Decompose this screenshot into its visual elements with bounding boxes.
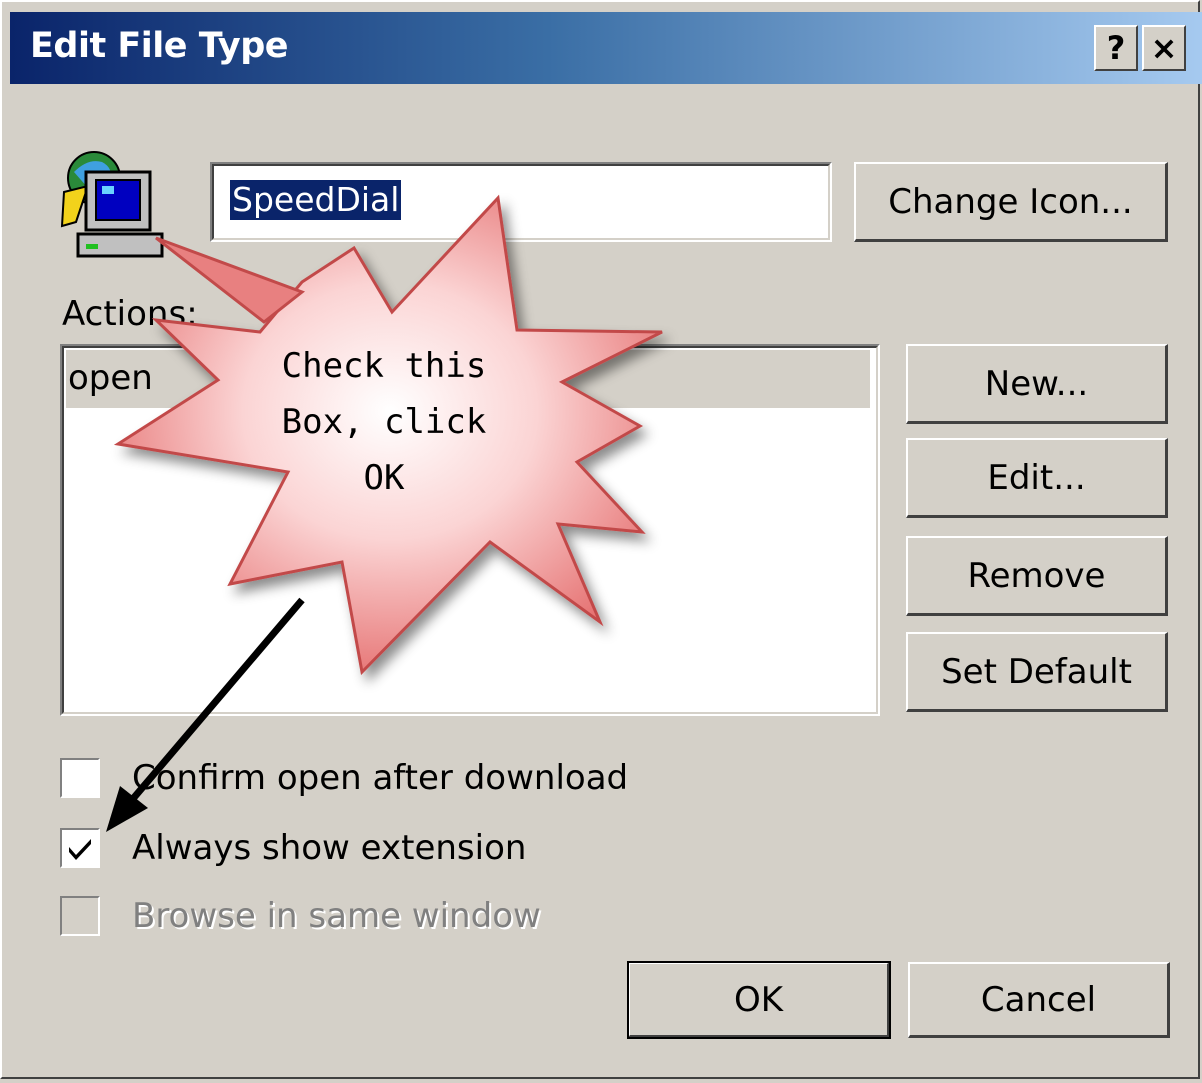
dialog-title: Edit File Type — [30, 26, 289, 66]
ok-button[interactable]: OK — [627, 961, 891, 1039]
always-show-extension-checkbox[interactable] — [60, 828, 100, 868]
edit-button[interactable]: Edit... — [906, 438, 1168, 518]
callout-text: Check this Box, click OK — [281, 346, 487, 498]
cancel-button[interactable]: Cancel — [908, 962, 1170, 1038]
always-show-extension-label[interactable]: Always show extension — [132, 828, 526, 868]
confirm-open-checkbox[interactable] — [60, 758, 100, 798]
actions-label: Actions: — [62, 294, 198, 334]
change-icon-button[interactable]: Change Icon... — [854, 162, 1168, 242]
title-bar[interactable]: Edit File Type ? × — [10, 12, 1202, 84]
action-open: open — [68, 358, 153, 398]
file-type-name-value[interactable]: SpeedDial — [230, 180, 402, 220]
checkmark-icon — [69, 839, 91, 860]
edit-file-type-dialog: Edit File Type ? × SpeedDial Change Icon… — [0, 0, 1202, 1079]
browse-same-window-checkbox — [60, 896, 100, 936]
file-type-name-field[interactable]: SpeedDial — [210, 162, 832, 242]
remove-button[interactable]: Remove — [906, 536, 1168, 616]
set-default-button[interactable]: Set Default — [906, 632, 1168, 712]
computer-icon — [58, 148, 170, 260]
new-button[interactable]: New... — [906, 344, 1168, 424]
close-button[interactable]: × — [1142, 25, 1186, 71]
help-button[interactable]: ? — [1094, 25, 1138, 71]
confirm-open-label[interactable]: Confirm open after download — [132, 758, 628, 798]
browse-same-window-label: Browse in same window — [132, 896, 541, 936]
